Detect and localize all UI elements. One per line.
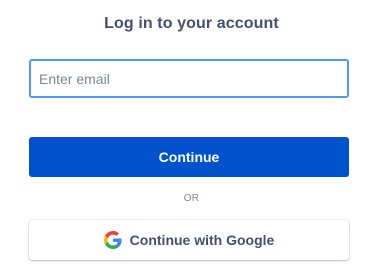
page-title: Log in to your account [104,15,279,32]
or-divider: OR [183,193,200,204]
continue-with-google-button[interactable]: Continue with Google [29,220,349,260]
login-page: Log in to your account Continue OR Conti… [0,0,383,265]
email-field[interactable] [29,59,349,98]
continue-button-label: Continue [158,149,220,165]
google-button-label: Continue with Google [129,232,275,248]
google-icon [103,231,122,249]
continue-button[interactable]: Continue [29,137,349,177]
